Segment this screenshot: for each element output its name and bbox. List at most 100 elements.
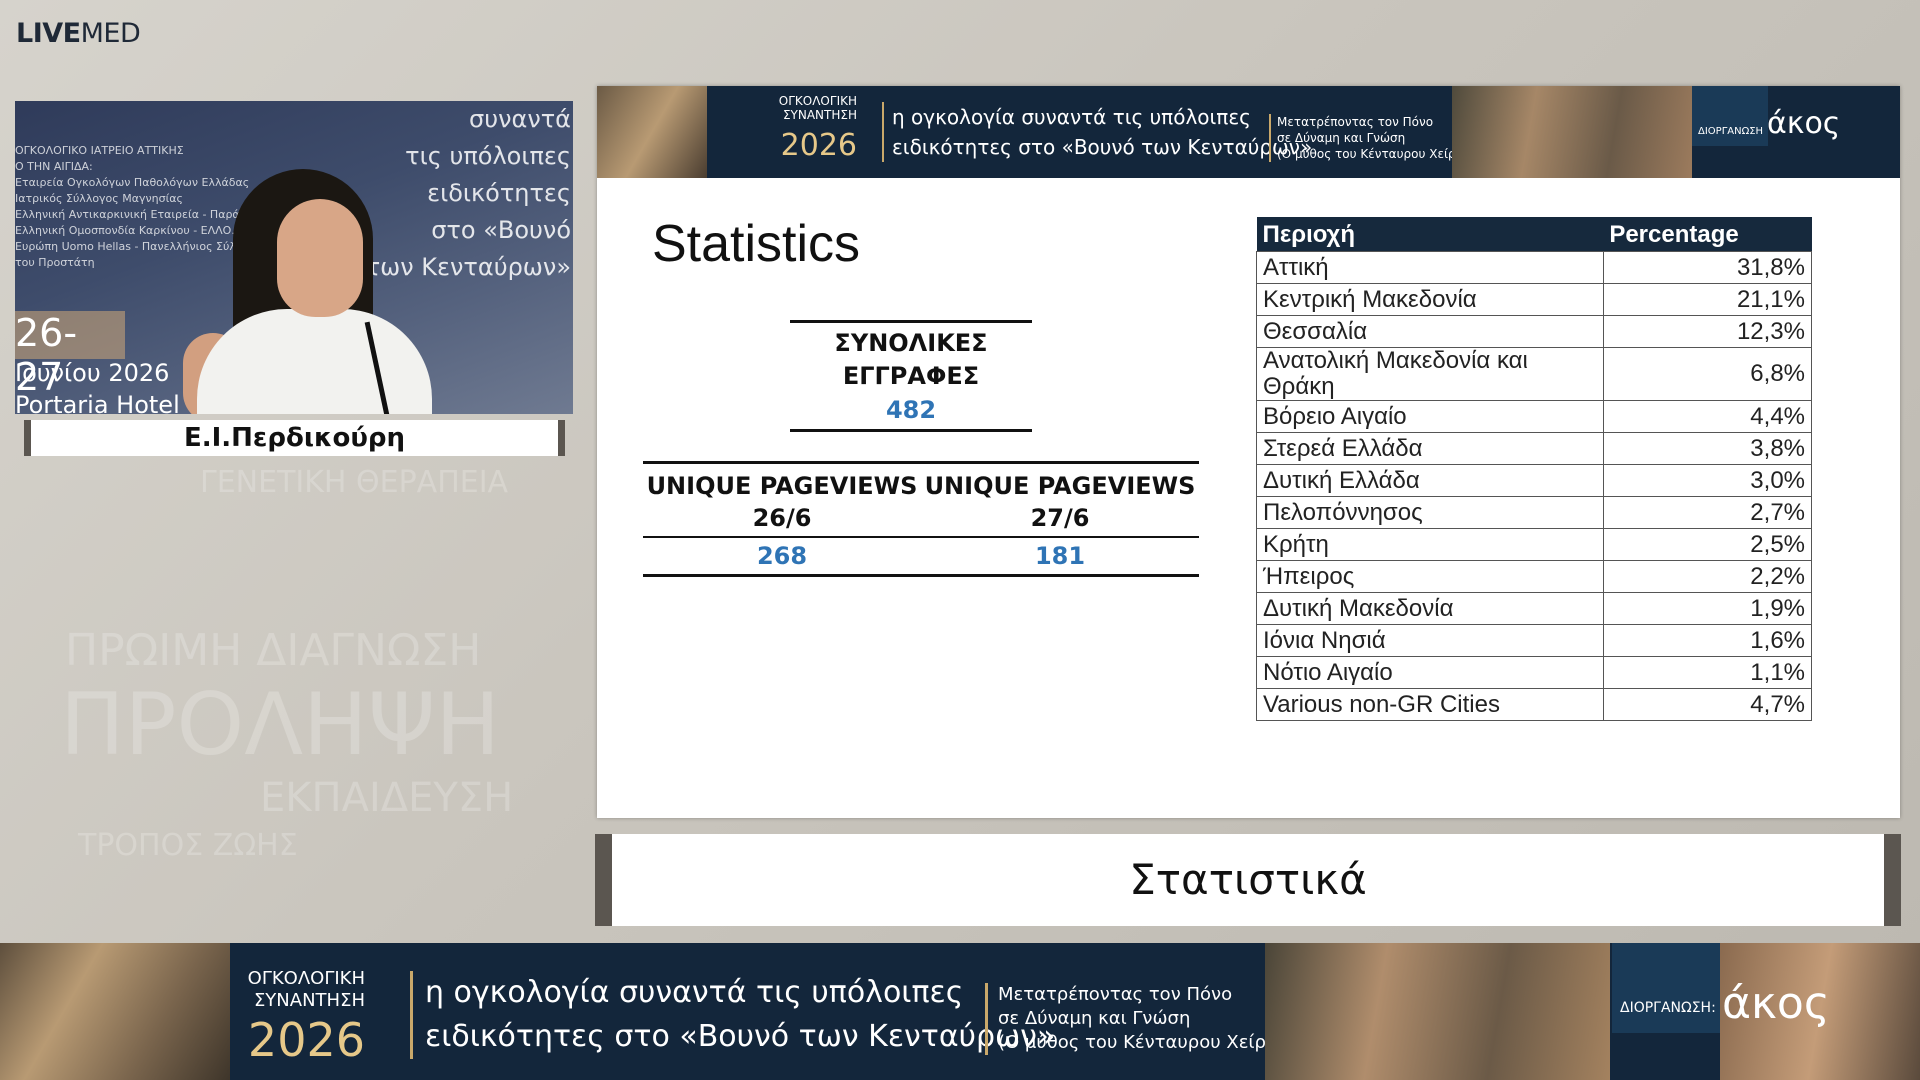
- video-month: Ιουνίου 2026: [15, 359, 170, 387]
- table-row: Κεντρική Μακεδονία 21,1%: [1256, 283, 1813, 316]
- slide-title: Statistics: [652, 215, 861, 273]
- video-hotel: Portaria Hotel: [15, 391, 180, 414]
- pageviews-table: UNIQUE PAGEVIEWS 26/6 UNIQUE PAGEVIEWS 2…: [643, 461, 1199, 577]
- speaker-face: [277, 199, 363, 317]
- bottom-sub-2: σε Δύναμη και Γνώση: [998, 1008, 1191, 1029]
- region-cell: Κρήτη: [1256, 528, 1604, 561]
- table-row: Στερεά Ελλάδα 3,8%: [1256, 432, 1813, 465]
- region-stats-table: Περιοχή Percentage Αττική 31,8% Κεντρική …: [1256, 217, 1813, 721]
- region-cell: Δυτική Μακεδονία: [1256, 592, 1604, 625]
- bottom-organizer: ΔΙΟΡΓΑΝΩΣΗ:: [1612, 943, 1720, 1033]
- percentage-cell: 6,8%: [1602, 347, 1813, 401]
- banner-org-logo: άκος: [1767, 106, 1841, 141]
- banner-organizer: ΔΙΟΡΓΑΝΩΣΗ: [1692, 86, 1768, 146]
- bottom-artwork-right: [1265, 943, 1610, 1080]
- logo-rest: MED: [80, 18, 141, 49]
- video-text-line: ΟΓΚΟΛΟΓΙΚΟ ΙΑΤΡΕΙΟ ΑΤΤΙΚΗΣ: [15, 144, 184, 157]
- bottom-banner: ΟΓΚΟΛΟΓΙΚΗ ΣΥΝΑΝΤΗΣΗ 2026 η ογκολογία συ…: [0, 943, 1920, 1080]
- percentage-cell: 12,3%: [1602, 315, 1813, 348]
- slide-banner: ΟΓΚΟΛΟΓΙΚΗ ΣΥΝΑΝΤΗΣΗ 2026 η ογκολογία συ…: [597, 86, 1900, 178]
- registrations-label: ΣΥΝΟΛΙΚΕΣ ΕΓΓΡΑΦΕΣ: [834, 329, 988, 390]
- banner-conference: ΟΓΚΟΛΟΓΙΚΗ ΣΥΝΑΝΤΗΣΗ: [778, 94, 857, 122]
- bottom-sub-1: Μετατρέποντας τον Πόνο: [998, 984, 1233, 1005]
- banner-artwork-right: [1452, 86, 1692, 178]
- speaker-name: Ε.Ι.Περδικούρη: [24, 420, 565, 456]
- pageviews-header-2: UNIQUE PAGEVIEWS 27/6: [921, 461, 1199, 537]
- bottom-tagline: η ογκολογία συναντά τις υπόλοιπες ειδικό…: [410, 971, 1055, 1059]
- percentage-cell: 1,9%: [1602, 592, 1813, 625]
- video-tagline-line: των Κενταύρων»: [365, 253, 571, 281]
- video-tagline-line: τις υπόλοιπες: [405, 142, 571, 170]
- bottom-year: 2026: [247, 1013, 365, 1067]
- percentage-cell: 4,7%: [1602, 688, 1813, 721]
- video-tagline-line: στο «Βουνό: [431, 216, 571, 244]
- bottom-sub-3: (Ο μύθος του Κένταυρου Χείρωνα): [998, 1032, 1310, 1053]
- banner-artwork-left: [597, 86, 707, 178]
- bottom-subtitle: Μετατρέποντας τον Πόνο σε Δύναμη και Γνώ…: [985, 983, 1310, 1055]
- video-date: 26-27: [15, 311, 125, 399]
- table-header-row: Περιοχή Percentage: [1256, 217, 1812, 252]
- speaker-video[interactable]: ΟΓΚΟΛΟΓΙΚΟ ΙΑΤΡΕΙΟ ΑΤΤΙΚΗΣ Ο ΤΗΝ ΑΙΓΙΔΑ:…: [15, 101, 573, 414]
- total-registrations: ΣΥΝΟΛΙΚΕΣ ΕΓΓΡΑΦΕΣ 482: [790, 320, 1032, 432]
- registrations-value: 482: [885, 396, 937, 424]
- bottom-artwork-left: [0, 943, 230, 1080]
- header-region: Περιοχή: [1256, 217, 1604, 252]
- region-cell: Νότιο Αιγαίο: [1256, 656, 1604, 689]
- bg-watermark-prevention: ΠΡΟΛΗΨΗ: [60, 675, 501, 775]
- table-row: Θεσσαλία 12,3%: [1256, 315, 1813, 348]
- logo-bold: LIVE: [16, 18, 81, 49]
- video-backdrop-tagline: συναντά τις υπόλοιπες ειδικότητες στο «Β…: [366, 101, 571, 286]
- region-cell: Πελοπόννησος: [1256, 496, 1604, 529]
- table-row: Δυτική Μακεδονία 1,9%: [1256, 592, 1813, 625]
- table-row: Πελοπόννησος 2,7%: [1256, 496, 1813, 529]
- region-cell: Βόρειο Αιγαίο: [1256, 400, 1604, 433]
- bottom-tagline-1: η ογκολογία συναντά τις υπόλοιπες: [425, 975, 964, 1010]
- region-cell: Ήπειρος: [1256, 560, 1604, 593]
- bottom-conference: ΟΓΚΟΛΟΓΙΚΗ ΣΥΝΑΝΤΗΣΗ: [247, 968, 365, 1011]
- percentage-cell: 3,8%: [1602, 432, 1813, 465]
- region-cell: Στερεά Ελλάδα: [1256, 432, 1604, 465]
- region-cell: Various non-GR Cities: [1256, 688, 1604, 721]
- region-cell: Ανατολική Μακεδονία και Θράκη: [1256, 347, 1604, 401]
- bg-watermark-education: ΕΚΠΑΙΔΕΥΣΗ: [260, 775, 514, 821]
- table-row: Ανατολική Μακεδονία και Θράκη 6,8%: [1256, 347, 1813, 401]
- table-row: Νότιο Αιγαίο 1,1%: [1256, 656, 1813, 689]
- bg-watermark-early-diagnosis: ΠΡΩΙΜΗ ΔΙΑΓΝΩΣΗ: [65, 625, 482, 676]
- pageviews-value-2: 181: [921, 536, 1199, 577]
- percentage-cell: 4,4%: [1602, 400, 1813, 433]
- region-cell: Δυτική Ελλάδα: [1256, 464, 1604, 497]
- percentage-cell: 3,0%: [1602, 464, 1813, 497]
- table-row: Various non-GR Cities 4,7%: [1256, 688, 1813, 721]
- table-row: Ιόνια Νησιά 1,6%: [1256, 624, 1813, 657]
- bg-watermark-genetic: ΓΕΝΕΤΙΚΗ ΘΕΡΑΠΕΙΑ: [200, 465, 509, 500]
- percentage-cell: 21,1%: [1602, 283, 1813, 316]
- region-cell: Αττική: [1256, 251, 1604, 284]
- region-cell: Θεσσαλία: [1256, 315, 1604, 348]
- bottom-org-logo: άκος: [1722, 978, 1830, 1029]
- table-row: Κρήτη 2,5%: [1256, 528, 1813, 561]
- table-row: Ήπειρος 2,2%: [1256, 560, 1813, 593]
- region-cell: Κεντρική Μακεδονία: [1256, 283, 1604, 316]
- table-row: Δυτική Ελλάδα 3,0%: [1256, 464, 1813, 497]
- percentage-cell: 1,6%: [1602, 624, 1813, 657]
- caption-bar: Στατιστικά: [595, 834, 1901, 926]
- banner-tagline: η ογκολογία συναντά τις υπόλοιπες ειδικό…: [882, 102, 1312, 162]
- bg-watermark-lifestyle: ΤΡΟΠΟΣ ΖΩΗΣ: [78, 828, 298, 863]
- percentage-cell: 1,1%: [1602, 656, 1813, 689]
- pageviews-value-1: 268: [643, 536, 921, 577]
- presentation-slide: ΟΓΚΟΛΟΓΙΚΗ ΣΥΝΑΝΤΗΣΗ 2026 η ογκολογία συ…: [597, 86, 1900, 818]
- video-tagline-line: ειδικότητες: [427, 179, 571, 207]
- banner-tagline-2: ειδικότητες στο «Βουνό των Κενταύρων»: [892, 135, 1313, 159]
- table-row: Αττική 31,8%: [1256, 251, 1813, 284]
- bottom-tagline-2: ειδικότητες στο «Βουνό των Κενταύρων»: [425, 1019, 1056, 1054]
- table-row: Βόρειο Αιγαίο 4,4%: [1256, 400, 1813, 433]
- percentage-cell: 2,5%: [1602, 528, 1813, 561]
- region-cell: Ιόνια Νησιά: [1256, 624, 1604, 657]
- livemed-logo: LIVEMED: [16, 18, 141, 49]
- banner-year: 2026: [780, 128, 857, 163]
- percentage-cell: 31,8%: [1602, 251, 1813, 284]
- header-percentage: Percentage: [1603, 217, 1812, 252]
- percentage-cell: 2,2%: [1602, 560, 1813, 593]
- percentage-cell: 2,7%: [1602, 496, 1813, 529]
- pageviews-header-1: UNIQUE PAGEVIEWS 26/6: [643, 461, 921, 537]
